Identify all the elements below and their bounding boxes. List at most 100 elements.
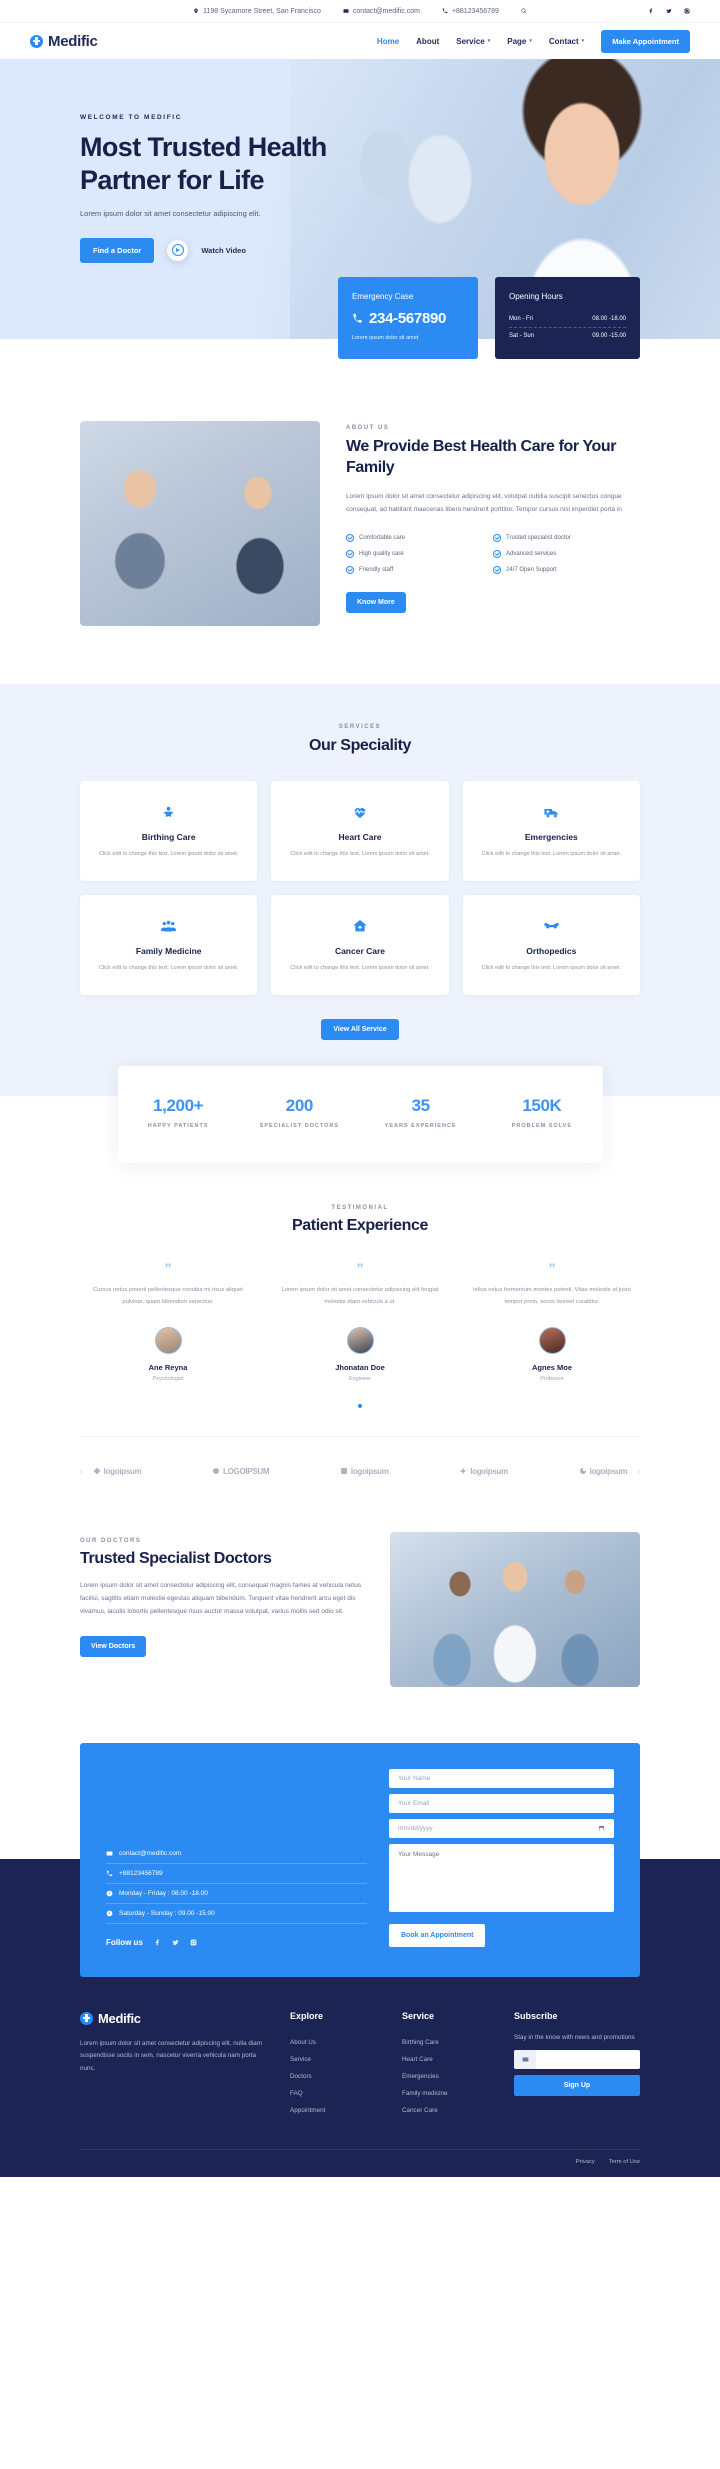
quote-icon: ”: [164, 1260, 172, 1277]
watch-video-label[interactable]: Watch Video: [201, 246, 246, 255]
hero-actions: Find a Doctor Watch Video: [80, 237, 640, 263]
hero-eyebrow: WELCOME TO MEDIFIC: [80, 114, 182, 121]
twitter-icon[interactable]: [172, 1939, 179, 1946]
chevron-down-icon: ▾: [487, 38, 491, 44]
sign-up-button[interactable]: Sign Up: [514, 2074, 640, 2096]
footer-link-family-medicine[interactable]: Family medicine: [402, 2085, 494, 2102]
services-section: SERVICES Our Speciality Birthing Care Cl…: [0, 684, 720, 1097]
topbar: 1198 Sycamore Street, San Francisco cont…: [0, 0, 720, 23]
contact-email-row[interactable]: contact@medific.com: [106, 1844, 367, 1864]
play-video-button[interactable]: [167, 239, 189, 261]
feature-label: Friendly staff: [359, 566, 394, 573]
footer-about-text: Lorem ipsum dolor sit amet consectetur a…: [80, 2039, 262, 2073]
instagram-icon[interactable]: [684, 8, 690, 14]
doctors-team-photo: [390, 1531, 640, 1687]
privacy-link[interactable]: Privacy: [576, 2159, 595, 2165]
search-icon[interactable]: [521, 8, 527, 14]
clock-icon: [106, 1890, 113, 1896]
testimonial-role: Psychologist: [152, 1375, 184, 1382]
view-all-service-button[interactable]: View All Service: [321, 1019, 399, 1041]
opening-day: Sat - Sun: [509, 333, 535, 339]
brand-logo[interactable]: Medific: [30, 33, 98, 50]
footer-subscribe-title: Subscribe: [514, 2010, 558, 2021]
topbar-address-text: 1198 Sycamore Street, San Francisco: [203, 7, 321, 15]
nav-item-home[interactable]: Home: [377, 37, 399, 46]
know-more-button[interactable]: Know More: [346, 591, 406, 613]
nav-label: About: [416, 36, 440, 46]
footer-link-doctors[interactable]: Doctors: [290, 2068, 382, 2085]
hero-description: Lorem ipsum dolor sit amet consectetur a…: [80, 208, 261, 218]
service-card[interactable]: Orthopedics Click edit to change this te…: [462, 895, 640, 996]
nav-item-contact[interactable]: Contact ▾: [549, 37, 584, 46]
testimonial-card: ” Cursus netus potenti pellentesque conu…: [80, 1261, 256, 1381]
service-card[interactable]: Family Medicine Click edit to change thi…: [80, 895, 258, 996]
nav-item-page[interactable]: Page ▾: [507, 37, 532, 46]
about-image: [80, 421, 320, 626]
prev-arrow-icon[interactable]: ‹: [80, 1467, 83, 1476]
service-card[interactable]: Emergencies Click edit to change this te…: [462, 781, 640, 882]
check-circle-icon: [346, 549, 354, 558]
make-appointment-button[interactable]: Make Appointment: [601, 29, 690, 53]
name-input[interactable]: [389, 1768, 614, 1788]
date-input[interactable]: mm/dd/yyyy: [389, 1818, 614, 1838]
opening-hours-card: Opening Hours Mon - Fri 08.00 -18.00 Sat…: [495, 277, 640, 359]
facebook-icon[interactable]: [154, 1939, 161, 1946]
contact-weekend-text: Saturday - Sunday : 09.00 -15.00: [119, 1909, 215, 1917]
footer-link-appointment[interactable]: Appointment: [290, 2102, 382, 2119]
footer-link-about-us[interactable]: About Us: [290, 2034, 382, 2051]
service-desc: Click edit to change this text. Lorem ip…: [290, 851, 430, 857]
footer-link-heart-care[interactable]: Heart Care: [402, 2051, 494, 2068]
baby-icon: [94, 801, 243, 823]
footer-link-emergencies[interactable]: Emergencies: [402, 2068, 494, 2085]
next-arrow-icon[interactable]: ›: [637, 1467, 640, 1476]
feature-item: High quality care: [346, 546, 493, 562]
contact-phone-text: +88123456789: [119, 1869, 163, 1877]
footer-explore-col: Explore About Us Service Doctors FAQ App…: [290, 2011, 382, 2119]
instagram-icon[interactable]: [190, 1939, 197, 1946]
footer-link-cancer-care[interactable]: Cancer Care: [402, 2102, 494, 2119]
nav-item-about[interactable]: About: [416, 37, 439, 46]
message-input[interactable]: [389, 1843, 614, 1912]
service-card[interactable]: Heart Care Click edit to change this tex…: [271, 781, 449, 882]
carousel-dot[interactable]: [358, 1403, 362, 1408]
info-cards: Emergency Case 234-567890 Lorem ipsum do…: [80, 277, 640, 411]
nav-item-service[interactable]: Service ▾: [456, 37, 490, 46]
doctors-title: Trusted Specialist Doctors: [80, 1549, 272, 1567]
services-eyebrow: SERVICES: [338, 724, 382, 730]
footer-link-birthing-care[interactable]: Birthing Care: [402, 2034, 494, 2051]
calendar-icon[interactable]: [598, 1825, 605, 1832]
facebook-icon[interactable]: [648, 8, 654, 14]
service-desc: Click edit to change this text. Lorem ip…: [481, 965, 622, 972]
contact-email-text: contact@medific.com: [119, 1849, 182, 1857]
topbar-phone[interactable]: +88123456789: [442, 8, 499, 15]
terms-link[interactable]: Term of Use: [609, 2159, 640, 2165]
footer-link-faq[interactable]: FAQ: [290, 2085, 382, 2102]
twitter-icon[interactable]: [666, 8, 672, 14]
doctors-section: OUR DOCTORS Trusted Specialist Doctors L…: [80, 1516, 640, 1743]
contact-info: contact@medific.com +88123456789 Monday …: [106, 1769, 367, 1947]
footer-logo[interactable]: Medific: [80, 2011, 270, 2026]
book-appointment-button[interactable]: Book an Appointment: [389, 1923, 486, 1947]
topbar-socials: [648, 8, 690, 14]
service-title: Heart Care: [338, 832, 382, 842]
email-input[interactable]: [389, 1793, 614, 1813]
service-card[interactable]: Cancer Care Click edit to change this te…: [271, 895, 449, 996]
contact-phone-row[interactable]: +88123456789: [106, 1864, 367, 1884]
logo-mark-icon: [93, 1467, 101, 1475]
nav-label: Home: [376, 36, 400, 46]
check-circle-icon: [493, 533, 501, 542]
service-title: Orthopedics: [526, 946, 577, 957]
date-placeholder: mm/dd/yyyy: [398, 1824, 433, 1832]
service-card[interactable]: Birthing Care Click edit to change this …: [80, 781, 258, 882]
view-doctors-button[interactable]: View Doctors: [80, 1636, 147, 1658]
hero-title: Most Trusted Health Partner for Life: [80, 131, 640, 197]
ambulance-icon: [477, 801, 626, 823]
subscribe-email-input[interactable]: [536, 2049, 640, 2069]
footer-subscribe-desc: Stay in the know with news and promotion…: [514, 2033, 635, 2041]
find-a-doctor-button[interactable]: Find a Doctor: [80, 237, 155, 263]
footer-link-service[interactable]: Service: [290, 2051, 382, 2068]
clock-icon: [106, 1910, 113, 1916]
topbar-email[interactable]: contact@medific.com: [343, 8, 420, 15]
emergency-phone[interactable]: 234-567890: [352, 310, 464, 327]
avatar: [538, 1326, 566, 1354]
